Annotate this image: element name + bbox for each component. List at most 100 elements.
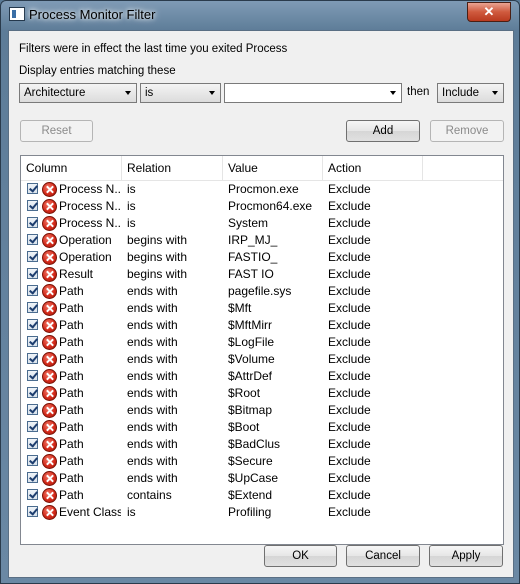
chevron-down-icon xyxy=(492,91,498,95)
enabled-checkbox[interactable] xyxy=(27,200,38,211)
row-value: $Extend xyxy=(228,488,273,502)
exclude-icon xyxy=(42,403,57,418)
remove-button[interactable]: Remove xyxy=(430,120,504,142)
row-value: IRP_MJ_ xyxy=(228,233,278,247)
enabled-checkbox[interactable] xyxy=(27,438,38,449)
column-header-action[interactable]: Action xyxy=(323,156,423,180)
chevron-down-icon xyxy=(209,91,215,95)
table-row[interactable]: Process N... is System Exclude xyxy=(21,215,503,232)
row-value: Procmon64.exe xyxy=(228,199,313,213)
exclude-icon xyxy=(42,352,57,367)
column-header-relation[interactable]: Relation xyxy=(122,156,223,180)
table-row[interactable]: Path ends with $MftMirr Exclude xyxy=(21,317,503,334)
table-row[interactable]: Path ends with $Volume Exclude xyxy=(21,351,503,368)
dialog-body: Filters were in effect the last time you… xyxy=(8,30,514,578)
close-button[interactable]: ✕ xyxy=(467,2,511,22)
column-header-column[interactable]: Column xyxy=(21,156,122,180)
row-relation: ends with xyxy=(127,301,178,315)
title-bar[interactable]: Process Monitor Filter ✕ xyxy=(1,1,519,29)
enabled-checkbox[interactable] xyxy=(27,319,38,330)
exclude-icon xyxy=(42,233,57,248)
enabled-checkbox[interactable] xyxy=(27,302,38,313)
row-relation: ends with xyxy=(127,369,178,383)
enabled-checkbox[interactable] xyxy=(27,472,38,483)
row-relation: is xyxy=(127,199,136,213)
table-row[interactable]: Process N... is Procmon.exe Exclude xyxy=(21,181,503,198)
enabled-checkbox[interactable] xyxy=(27,489,38,500)
enabled-checkbox[interactable] xyxy=(27,183,38,194)
value-combobox[interactable] xyxy=(224,83,402,103)
enabled-checkbox[interactable] xyxy=(27,285,38,296)
row-value: $Bitmap xyxy=(228,403,273,417)
row-action: Exclude xyxy=(328,182,371,196)
table-row[interactable]: Path ends with $BadClus Exclude xyxy=(21,436,503,453)
row-action: Exclude xyxy=(328,352,371,366)
enabled-checkbox[interactable] xyxy=(27,217,38,228)
table-row[interactable]: Path ends with $Boot Exclude xyxy=(21,419,503,436)
exclude-icon xyxy=(42,488,57,503)
enabled-checkbox[interactable] xyxy=(27,387,38,398)
apply-button[interactable]: Apply xyxy=(429,545,503,567)
row-action: Exclude xyxy=(328,301,371,315)
enabled-checkbox[interactable] xyxy=(27,251,38,262)
row-value: $BadClus xyxy=(228,437,281,451)
row-action: Exclude xyxy=(328,335,371,349)
table-row[interactable]: Path ends with pagefile.sys Exclude xyxy=(21,283,503,300)
table-row[interactable]: Path ends with $AttrDef Exclude xyxy=(21,368,503,385)
enabled-checkbox[interactable] xyxy=(27,234,38,245)
cancel-button[interactable]: Cancel xyxy=(346,545,420,567)
enabled-checkbox[interactable] xyxy=(27,268,38,279)
row-value: Profiling xyxy=(228,505,272,519)
row-column: Path xyxy=(59,369,84,383)
enabled-checkbox[interactable] xyxy=(27,336,38,347)
enabled-checkbox[interactable] xyxy=(27,421,38,432)
enabled-checkbox[interactable] xyxy=(27,353,38,364)
row-relation: begins with xyxy=(127,233,188,247)
row-column: Process N... xyxy=(59,199,121,213)
table-row[interactable]: Path contains $Extend Exclude xyxy=(21,487,503,504)
table-row[interactable]: Result begins with FAST IO Exclude xyxy=(21,266,503,283)
row-action: Exclude xyxy=(328,488,371,502)
row-column: Operation xyxy=(59,233,112,247)
table-row[interactable]: Operation begins with FASTIO_ Exclude xyxy=(21,249,503,266)
ok-button[interactable]: OK xyxy=(264,545,337,567)
enabled-checkbox[interactable] xyxy=(27,404,38,415)
enabled-checkbox[interactable] xyxy=(27,455,38,466)
table-row[interactable]: Operation begins with IRP_MJ_ Exclude xyxy=(21,232,503,249)
column-dropdown[interactable]: Architecture xyxy=(19,83,137,103)
exclude-icon xyxy=(42,471,57,486)
table-row[interactable]: Path ends with $Mft Exclude xyxy=(21,300,503,317)
row-action: Exclude xyxy=(328,454,371,468)
exclude-icon xyxy=(42,420,57,435)
row-relation: ends with xyxy=(127,437,178,451)
table-row[interactable]: Process N... is Procmon64.exe Exclude xyxy=(21,198,503,215)
row-column: Path xyxy=(59,386,84,400)
row-relation: is xyxy=(127,505,136,519)
table-row[interactable]: Path ends with $Secure Exclude xyxy=(21,453,503,470)
row-relation: contains xyxy=(127,488,172,502)
row-action: Exclude xyxy=(328,505,371,519)
column-header-value[interactable]: Value xyxy=(223,156,323,180)
row-action: Exclude xyxy=(328,199,371,213)
relation-dropdown[interactable]: is xyxy=(140,83,221,103)
then-label: then xyxy=(407,86,430,98)
chevron-down-icon xyxy=(390,91,396,95)
enabled-checkbox[interactable] xyxy=(27,370,38,381)
row-column: Path xyxy=(59,437,84,451)
enabled-checkbox[interactable] xyxy=(27,506,38,517)
reset-button[interactable]: Reset xyxy=(20,120,93,142)
row-column: Path xyxy=(59,454,84,468)
table-row[interactable]: Path ends with $LogFile Exclude xyxy=(21,334,503,351)
table-row[interactable]: Path ends with $UpCase Exclude xyxy=(21,470,503,487)
add-button[interactable]: Add xyxy=(346,120,420,142)
action-dropdown[interactable]: Include xyxy=(437,83,504,103)
row-value: Procmon.exe xyxy=(228,182,299,196)
table-row[interactable]: Event Class is Profiling Exclude xyxy=(21,504,503,521)
exclude-icon xyxy=(42,216,57,231)
row-column: Process N... xyxy=(59,216,121,230)
table-row[interactable]: Path ends with $Root Exclude xyxy=(21,385,503,402)
filter-list[interactable]: Column Relation Value Action Process N..… xyxy=(20,155,504,545)
row-relation: ends with xyxy=(127,352,178,366)
table-row[interactable]: Path ends with $Bitmap Exclude xyxy=(21,402,503,419)
row-value: $LogFile xyxy=(228,335,275,349)
